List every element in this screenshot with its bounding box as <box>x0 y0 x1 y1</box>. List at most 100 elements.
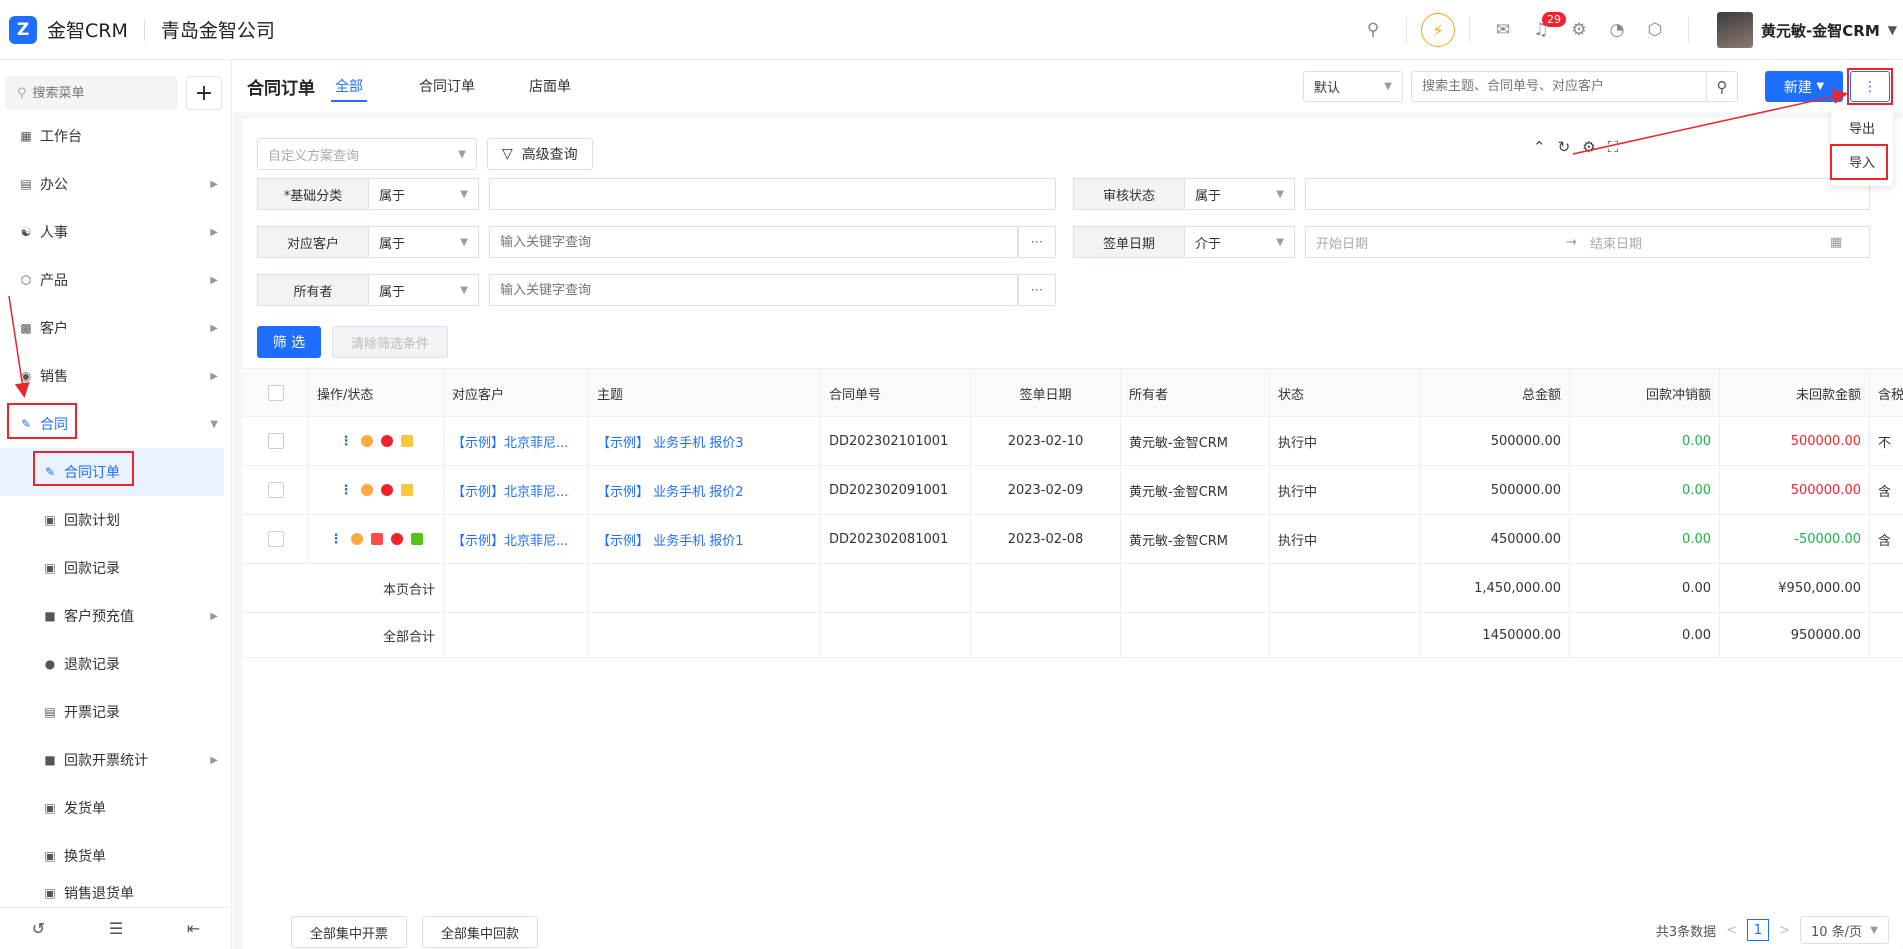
tab-store-orders[interactable]: 店面单 <box>525 60 575 112</box>
user-name[interactable]: 黄元敏-金智CRM <box>1761 20 1880 41</box>
message-icon[interactable] <box>410 533 423 545</box>
filter-input-owner[interactable] <box>489 274 1018 306</box>
tab-contract-orders[interactable]: 合同订单 <box>415 60 479 112</box>
select-all-checkbox[interactable] <box>243 369 309 417</box>
more-vertical-icon[interactable]: ⋮ <box>340 483 353 498</box>
customer-picker-button[interactable]: ⋯ <box>1018 226 1056 258</box>
customer-input[interactable] <box>500 234 966 250</box>
sidebar-item-payment-records[interactable]: ▣ 回款记录 <box>0 544 224 592</box>
collapse-icon[interactable]: ⌃ <box>1533 138 1546 156</box>
sidebar-item-exchange[interactable]: ▣ 换货单 <box>0 832 224 880</box>
alert-icon[interactable] <box>380 435 393 447</box>
sidebar-item-delivery[interactable]: ▣ 发货单 <box>0 784 224 832</box>
end-date[interactable]: 结束日期 <box>1590 233 1830 252</box>
menu-item-export[interactable]: 导出 <box>1831 110 1893 144</box>
inbox-icon[interactable]: ✉ <box>1488 15 1518 45</box>
alert-icon[interactable] <box>390 533 403 545</box>
tab-all[interactable]: 全部 <box>331 60 367 112</box>
col-sign-date[interactable]: 签单日期 <box>971 369 1121 417</box>
sidebar-item-payment-invoice-stats[interactable]: ■ 回款开票统计 ▶ <box>0 736 224 784</box>
filter-input-customer[interactable] <box>489 226 1018 258</box>
col-customer[interactable]: 对应客户 <box>444 369 589 417</box>
owner-picker-button[interactable]: ⋯ <box>1018 274 1056 306</box>
owner-input[interactable] <box>500 282 966 298</box>
bell-icon[interactable]: ♫ 29 <box>1526 12 1567 45</box>
page-number[interactable]: 1 <box>1747 919 1770 941</box>
execute-status-icon[interactable] <box>360 484 373 496</box>
chevron-down-icon[interactable]: ▼ <box>1888 23 1897 37</box>
date-range-picker[interactable]: 开始日期 → 结束日期 ▦ <box>1305 226 1870 258</box>
search-icon[interactable]: ⚲ <box>1358 15 1388 45</box>
audit-input[interactable] <box>1316 186 1814 202</box>
row-checkbox[interactable] <box>243 515 309 563</box>
view-select[interactable]: 默认 ▼ <box>1303 71 1403 102</box>
filter-op-category[interactable]: 属于 ▼ <box>369 178 479 210</box>
fullscreen-icon[interactable]: ⛶ <box>1608 138 1619 156</box>
filter-op-customer[interactable]: 属于 ▼ <box>369 226 479 258</box>
filter-button[interactable]: 筛 选 <box>257 326 321 358</box>
execute-status-icon[interactable] <box>350 533 363 545</box>
document-icon[interactable] <box>400 435 413 447</box>
col-subject[interactable]: 主题 <box>589 369 821 417</box>
menu-search-input[interactable] <box>32 85 173 101</box>
sidebar-item-customer[interactable]: ▩ 客户 ▶ <box>0 304 224 352</box>
cube-icon[interactable]: ⬡ <box>1640 15 1670 45</box>
filter-input-audit[interactable] <box>1305 178 1870 210</box>
document-icon[interactable] <box>400 484 413 496</box>
scheme-select[interactable]: 自定义方案查询 ▼ <box>257 138 477 170</box>
new-button[interactable]: 新建 ▼ <box>1765 71 1843 102</box>
filter-input-category[interactable] <box>489 178 1056 210</box>
avatar[interactable] <box>1717 12 1754 48</box>
page-size-select[interactable]: 10 条/页 ▼ <box>1799 916 1889 944</box>
filter-op-owner[interactable]: 属于 ▼ <box>369 274 479 306</box>
sidebar-item-returns[interactable]: ▣ 销售退货单 <box>0 880 224 906</box>
gear-icon[interactable]: ⚙ <box>1564 15 1594 45</box>
sidebar-search[interactable]: ⚲ <box>5 76 178 110</box>
main-search-input[interactable] <box>1422 79 1692 94</box>
row-checkbox[interactable] <box>243 417 309 465</box>
row-subject[interactable]: 【示例】 业务手机 报价3 <box>589 417 821 465</box>
filter-op-sign-date[interactable]: 介于 ▼ <box>1185 226 1295 258</box>
sidebar-item-prepaid[interactable]: ■ 客户预充值 ▶ <box>0 592 224 640</box>
row-customer[interactable]: 【示例】北京菲尼... <box>444 466 589 514</box>
row-subject[interactable]: 【示例】 业务手机 报价2 <box>589 466 821 514</box>
row-customer[interactable]: 【示例】北京菲尼... <box>444 417 589 465</box>
sidebar-item-product[interactable]: ⬡ 产品 ▶ <box>0 256 224 304</box>
col-owner[interactable]: 所有者 <box>1121 369 1270 417</box>
execute-status-icon[interactable] <box>360 435 373 447</box>
settings-sliders-icon[interactable]: ☰ <box>109 919 123 938</box>
alert-icon[interactable] <box>380 484 393 496</box>
refresh-icon[interactable]: ↻ <box>1558 138 1571 156</box>
col-unpaid[interactable]: 未回款金额 <box>1720 369 1870 417</box>
return-icon[interactable] <box>370 533 383 545</box>
search-button[interactable]: ⚲ <box>1706 71 1738 102</box>
category-input[interactable] <box>500 186 1000 202</box>
row-subject[interactable]: 【示例】 业务手机 报价1 <box>589 515 821 563</box>
col-status[interactable]: 状态 <box>1270 369 1420 417</box>
more-vertical-icon[interactable]: ⋮ <box>340 434 353 449</box>
sidebar-item-hr[interactable]: ☯ 人事 ▶ <box>0 208 224 256</box>
col-tax[interactable]: 含税 <box>1870 369 1903 417</box>
row-checkbox[interactable] <box>243 466 309 514</box>
history-icon[interactable]: ↺ <box>32 919 45 938</box>
advanced-query-button[interactable]: ▽ 高级查询 <box>487 138 593 170</box>
pie-chart-icon[interactable]: ◔ <box>1602 15 1632 45</box>
batch-payment-button[interactable]: 全部集中回款 <box>422 916 538 948</box>
col-paid[interactable]: 回款冲销额 <box>1570 369 1720 417</box>
plugin-icon[interactable]: ⚡ <box>1421 13 1456 47</box>
col-contract-no[interactable]: 合同单号 <box>821 369 971 417</box>
clear-filter-button[interactable]: 清除筛选条件 <box>332 326 448 358</box>
more-vertical-icon[interactable]: ⋮ <box>330 532 343 547</box>
next-page-icon[interactable]: > <box>1779 923 1790 938</box>
collapse-menu-icon[interactable]: ⇤ <box>187 919 200 938</box>
settings-icon[interactable]: ⚙ <box>1582 138 1595 156</box>
sidebar-item-office[interactable]: ▤ 办公 ▶ <box>0 160 224 208</box>
logo[interactable]: Z 金智CRM <box>9 15 128 44</box>
row-customer[interactable]: 【示例】北京菲尼... <box>444 515 589 563</box>
sidebar-item-invoices[interactable]: ▤ 开票记录 <box>0 688 224 736</box>
add-menu-button[interactable]: + <box>186 76 222 110</box>
prev-page-icon[interactable]: < <box>1726 923 1737 938</box>
sidebar-item-payment-plan[interactable]: ▣ 回款计划 <box>0 496 224 544</box>
main-search[interactable] <box>1411 71 1707 102</box>
filter-op-audit[interactable]: 属于 ▼ <box>1185 178 1295 210</box>
